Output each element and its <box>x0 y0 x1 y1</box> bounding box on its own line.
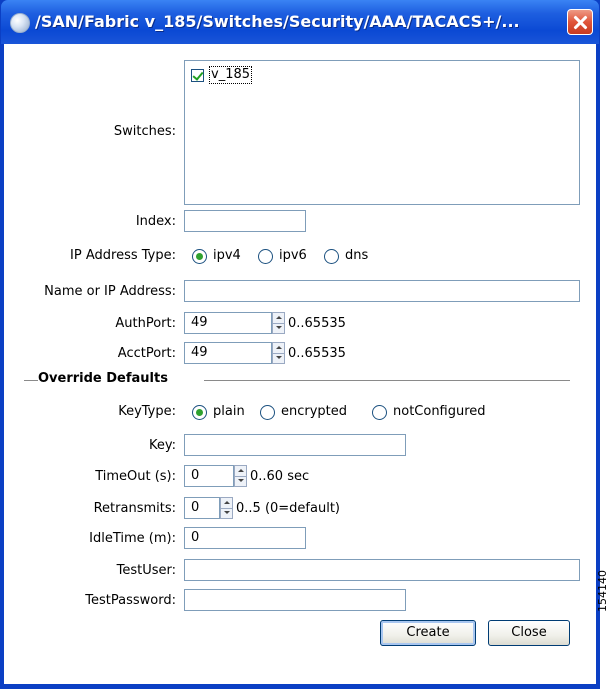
override-defaults-title: Override Defaults <box>38 371 172 386</box>
globe-icon <box>10 13 30 33</box>
switch-checkbox[interactable] <box>191 69 204 82</box>
key-label: Key: <box>148 438 176 453</box>
plain-radio[interactable] <box>192 405 207 420</box>
plain-label: plain <box>213 404 245 419</box>
notconfigured-label: notConfigured <box>393 404 486 419</box>
authport-spinner[interactable] <box>272 312 285 334</box>
create-button[interactable]: Create <box>380 620 476 646</box>
keytype-label: KeyType: <box>118 404 176 419</box>
encrypted-label: encrypted <box>281 404 348 419</box>
index-input[interactable] <box>184 210 306 232</box>
acctport-label: AcctPort: <box>117 346 176 361</box>
switches-label: Switches: <box>113 124 176 139</box>
timeout-range: 0..60 sec <box>250 469 310 484</box>
dns-label: dns <box>345 248 369 263</box>
timeout-input[interactable]: 0 <box>184 465 234 487</box>
figure-id: 154140 <box>596 570 609 612</box>
name-ip-input[interactable] <box>184 280 580 302</box>
encrypted-radio[interactable] <box>260 405 275 420</box>
retransmits-range: 0..5 (0=default) <box>236 501 340 516</box>
testpassword-label: TestPassword: <box>85 593 176 608</box>
timeout-spinner[interactable] <box>234 465 247 487</box>
dialog-window: /SAN/Fabric v_185/Switches/Security/AAA/… <box>0 0 600 689</box>
acctport-range: 0..65535 <box>288 346 346 361</box>
key-input[interactable] <box>184 434 406 456</box>
testpassword-input[interactable] <box>184 589 406 611</box>
acctport-spinner[interactable] <box>272 342 285 364</box>
retransmits-spinner[interactable] <box>220 497 233 519</box>
authport-label: AuthPort: <box>115 316 176 331</box>
timeout-label: TimeOut (s): <box>95 469 176 484</box>
section-divider-right <box>204 380 570 381</box>
acctport-input[interactable]: 49 <box>184 342 272 364</box>
name-ip-label: Name or IP Address: <box>44 284 176 299</box>
ip-type-label: IP Address Type: <box>70 248 176 263</box>
ipv6-label: ipv6 <box>279 248 307 263</box>
authport-input[interactable]: 49 <box>184 312 272 334</box>
switches-list[interactable]: v_185 <box>184 60 580 205</box>
idletime-input[interactable]: 0 <box>184 527 306 549</box>
notconfigured-radio[interactable] <box>372 405 387 420</box>
ipv6-radio[interactable] <box>258 249 273 264</box>
window-title: /SAN/Fabric v_185/Switches/Security/AAA/… <box>35 12 520 31</box>
title-bar[interactable]: /SAN/Fabric v_185/Switches/Security/AAA/… <box>1 0 599 44</box>
ipv4-label: ipv4 <box>213 248 241 263</box>
retransmits-input[interactable]: 0 <box>184 497 220 519</box>
retransmits-label: Retransmits: <box>93 501 176 516</box>
testuser-input[interactable] <box>184 559 580 581</box>
close-icon[interactable] <box>567 9 593 35</box>
switch-name[interactable]: v_185 <box>209 66 253 84</box>
close-button[interactable]: Close <box>488 620 570 646</box>
authport-range: 0..65535 <box>288 316 346 331</box>
dns-radio[interactable] <box>324 249 339 264</box>
testuser-label: TestUser: <box>116 563 176 578</box>
ipv4-radio[interactable] <box>192 249 207 264</box>
section-divider-left <box>24 380 38 381</box>
index-label: Index: <box>135 214 176 229</box>
idletime-label: IdleTime (m): <box>89 531 176 546</box>
dialog-body: Switches: v_185 Index: IP Address Type: … <box>4 44 596 684</box>
